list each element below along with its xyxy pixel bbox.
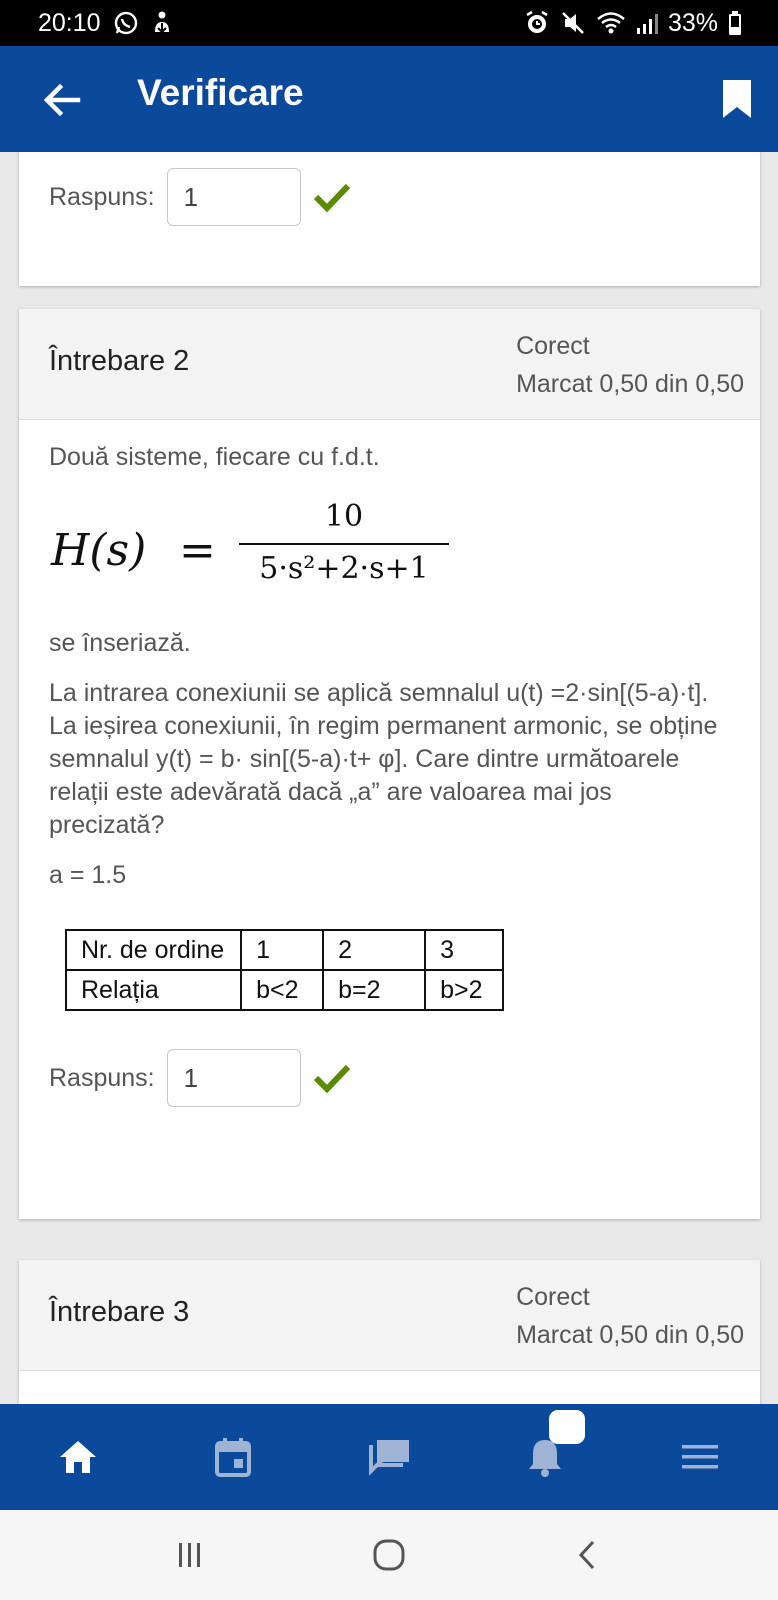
battery-percent: 33% (667, 8, 718, 37)
question-intro: Două sisteme, fiecare cu f.d.t. (49, 443, 380, 471)
fraction-bar (239, 543, 449, 545)
question-card-1: Raspuns: 1 (19, 152, 760, 286)
battery-icon (728, 10, 742, 36)
answer-row: Raspuns: 1 (49, 168, 351, 226)
question-title: Întrebare 2 (49, 345, 190, 377)
home-icon[interactable] (38, 1422, 118, 1492)
question-grade: Marcat 0,50 din 0,50 (516, 370, 744, 398)
messages-icon[interactable] (349, 1422, 429, 1492)
formula-fraction: 10 5·s²+2·s+1 (239, 497, 449, 589)
bookmark-icon[interactable] (720, 77, 754, 121)
notification-badge (548, 1410, 585, 1444)
back-arrow-icon[interactable] (40, 78, 84, 122)
answer-label: Raspuns: (49, 182, 155, 211)
table-row: Relația b<2 b=2 b>2 (64, 969, 505, 1011)
calendar-icon[interactable] (193, 1422, 273, 1492)
question-text-after-formula: se înseriază. (49, 629, 191, 657)
recents-icon[interactable] (160, 1525, 220, 1585)
formula-lhs: H(s) (51, 525, 147, 576)
check-icon (313, 183, 350, 212)
mute-icon (560, 10, 586, 36)
page-title: Verificare (137, 72, 304, 113)
home-circle-icon[interactable] (359, 1525, 419, 1585)
question-state: Corect (516, 332, 590, 360)
question-card-3: Întrebare 3 Corect Marcat 0,50 din 0,50 (19, 1260, 760, 1404)
question-body: La intrarea conexiunii se aplică semnalu… (49, 679, 718, 839)
whatsapp-icon (113, 10, 139, 36)
menu-icon[interactable] (660, 1422, 740, 1492)
formula-equals: = (179, 525, 216, 576)
question-header: Întrebare 2 Corect Marcat 0,50 din 0,50 (19, 309, 760, 420)
back-chevron-icon[interactable] (558, 1525, 618, 1585)
signal-icon (636, 10, 658, 36)
table-cell: Relația (64, 969, 243, 1011)
question-grade: Marcat 0,50 din 0,50 (516, 1321, 744, 1349)
transfer-function-formula: H(s) = 10 5·s²+2·s+1 (51, 497, 471, 607)
notifications-icon[interactable] (505, 1410, 585, 1492)
wifi-icon (596, 10, 626, 36)
answer-label: Raspuns: (49, 1063, 155, 1092)
content-scroll[interactable]: Raspuns: 1 Întrebare 2 Corect Marcat 0,5… (0, 152, 778, 1404)
question-status: Corect Marcat 0,50 din 0,50 (516, 1278, 744, 1354)
status-bar: 20:10 33% (0, 0, 778, 46)
app-bar: Verificare (0, 46, 778, 152)
answer-row: Raspuns: 1 (49, 1049, 351, 1107)
table-cell: 1 (240, 929, 325, 971)
question-card-2: Întrebare 2 Corect Marcat 0,50 din 0,50 … (19, 309, 760, 1219)
answer-input[interactable]: 1 (166, 168, 301, 226)
question-title: Întrebare 3 (49, 1296, 190, 1328)
relations-table: Nr. de ordine 1 2 3 Relația b<2 b=2 b>2 (64, 929, 505, 1011)
table-cell: b=2 (322, 969, 427, 1011)
table-cell: b<2 (240, 969, 325, 1011)
bottom-navigation (0, 1404, 778, 1510)
question-header: Întrebare 3 Corect Marcat 0,50 din 0,50 (19, 1260, 760, 1371)
answer-input[interactable]: 1 (166, 1049, 301, 1107)
status-time: 20:10 (38, 8, 101, 37)
formula-numerator: 10 (324, 499, 364, 534)
question-state: Corect (516, 1283, 590, 1311)
alarm-icon (524, 10, 550, 36)
table-cell: b>2 (424, 969, 505, 1011)
question-status: Corect Marcat 0,50 din 0,50 (516, 327, 744, 403)
table-cell: 3 (424, 929, 505, 971)
table-cell: 2 (322, 929, 427, 971)
system-navigation-bar (0, 1510, 778, 1600)
table-row: Nr. de ordine 1 2 3 (64, 929, 505, 971)
check-icon (313, 1064, 350, 1093)
table-cell: Nr. de ordine (64, 929, 243, 971)
formula-denominator: 5·s²+2·s+1 (259, 551, 429, 586)
person-download-icon (151, 10, 173, 36)
question-parameter: a = 1.5 (49, 861, 127, 889)
